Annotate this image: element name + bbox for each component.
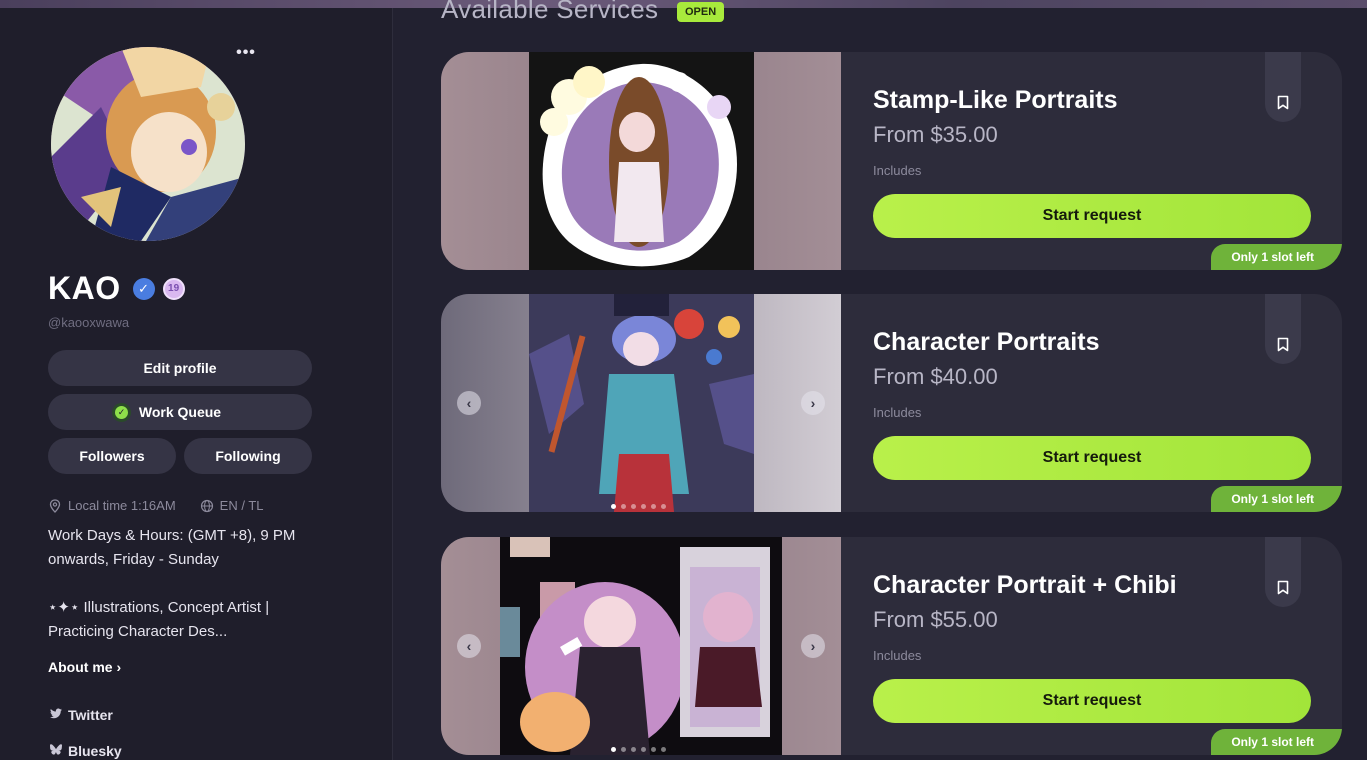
avatar-art [51, 47, 245, 241]
followers-label: Followers [79, 448, 145, 464]
bookmark-icon [1277, 95, 1289, 110]
following-button[interactable]: Following [184, 438, 312, 474]
age-badge: 19 [162, 277, 185, 300]
services-panel: Available Services OPEN Stamp-Like Portr… [394, 0, 1367, 760]
about-me-label: About me [48, 659, 113, 675]
service-title: Character Portrait + Chibi [873, 571, 1177, 599]
bio-intro: ⋆✦⋆ Illustrations, Concept Artist | Prac… [48, 599, 270, 640]
slots-badge: Only 1 slot left [1211, 486, 1342, 512]
section-title: Available Services [441, 0, 659, 24]
service-artwork [500, 537, 782, 755]
start-request-button[interactable]: Start request [873, 679, 1311, 723]
globe-icon [200, 499, 213, 512]
followers-button[interactable]: Followers [48, 438, 176, 474]
gallery-dot[interactable] [661, 747, 666, 752]
gallery-dot[interactable] [611, 747, 616, 752]
gallery-dot[interactable] [631, 747, 636, 752]
gallery-dot[interactable] [641, 747, 646, 752]
twitter-icon [50, 708, 62, 722]
start-request-button[interactable]: Start request [873, 436, 1311, 480]
gallery-dot[interactable] [651, 747, 656, 752]
gallery-next-button[interactable]: › [801, 634, 825, 658]
edit-profile-button[interactable]: Edit profile [48, 350, 312, 386]
bookmark-icon [1277, 337, 1289, 352]
status-badge: OPEN [677, 2, 725, 22]
gallery-prev-button[interactable]: ‹ [457, 391, 481, 415]
service-card[interactable]: ‹ › Character Portrait + Chibi From $55.… [441, 537, 1342, 755]
gallery-dots [611, 504, 666, 509]
social-bluesky-link[interactable]: Bluesky [50, 743, 122, 759]
bio-work-hours: Work Days & Hours: (GMT +8), 9 PM onward… [48, 527, 296, 568]
service-card[interactable]: ‹ › Character Portraits From $40.00 Incl… [441, 294, 1342, 512]
service-artwork [529, 52, 754, 270]
service-gallery[interactable]: ‹ › [441, 537, 841, 755]
bookmark-button[interactable] [1265, 294, 1301, 364]
service-includes: Includes [873, 163, 922, 178]
avatar[interactable] [51, 47, 245, 241]
gallery-dot[interactable] [651, 504, 656, 509]
chevron-right-icon: › [116, 659, 122, 675]
profile-meta: Local time 1:16AM EN / TL [48, 498, 264, 513]
location-pin-icon [49, 498, 61, 513]
bluesky-label: Bluesky [68, 743, 122, 759]
shield-check-icon: ✓ [112, 403, 131, 422]
profile-name-row: KAO ✓ 19 [48, 270, 185, 307]
service-title: Character Portraits [873, 328, 1100, 356]
profile-sidebar: ••• KAO ✓ 19 @kaooxwawa Edit profile ✓ W… [0, 8, 393, 760]
local-time: Local time 1:16AM [68, 498, 176, 513]
languages: EN / TL [219, 498, 264, 513]
gallery-prev-button[interactable]: ‹ [457, 634, 481, 658]
work-queue-button[interactable]: ✓ Work Queue [48, 394, 312, 430]
twitter-label: Twitter [68, 707, 113, 723]
gallery-dot[interactable] [621, 747, 626, 752]
more-options-button[interactable]: ••• [234, 45, 258, 64]
bookmark-button[interactable] [1265, 52, 1301, 122]
service-price: From $40.00 [873, 364, 998, 389]
gallery-dots [611, 747, 666, 752]
bluesky-icon [50, 744, 62, 758]
gallery-dot[interactable] [611, 504, 616, 509]
service-price: From $55.00 [873, 607, 998, 632]
service-title: Stamp-Like Portraits [873, 86, 1118, 114]
about-me-link[interactable]: About me › [48, 659, 121, 675]
gallery-next-button[interactable]: › [801, 391, 825, 415]
service-gallery[interactable]: ‹ › [441, 294, 841, 512]
service-includes: Includes [873, 405, 922, 420]
slots-badge: Only 1 slot left [1211, 244, 1342, 270]
profile-handle: @kaooxwawa [48, 315, 130, 330]
bookmark-button[interactable] [1265, 537, 1301, 607]
profile-name: KAO [48, 270, 121, 306]
verified-icon: ✓ [132, 277, 155, 300]
service-artwork [529, 294, 754, 512]
gallery-dot[interactable] [631, 504, 636, 509]
start-request-button[interactable]: Start request [873, 194, 1311, 238]
service-card[interactable]: Stamp-Like Portraits From $35.00 Include… [441, 52, 1342, 270]
gallery-dot[interactable] [621, 504, 626, 509]
following-label: Following [215, 448, 281, 464]
service-gallery[interactable] [441, 52, 841, 270]
social-twitter-link[interactable]: Twitter [50, 707, 113, 723]
gallery-dot[interactable] [641, 504, 646, 509]
bookmark-icon [1277, 580, 1289, 595]
work-queue-label: Work Queue [138, 404, 222, 420]
service-price: From $35.00 [873, 122, 998, 147]
service-includes: Includes [873, 648, 922, 663]
edit-profile-label: Edit profile [143, 360, 217, 376]
gallery-dot[interactable] [661, 504, 666, 509]
slots-badge: Only 1 slot left [1211, 729, 1342, 755]
